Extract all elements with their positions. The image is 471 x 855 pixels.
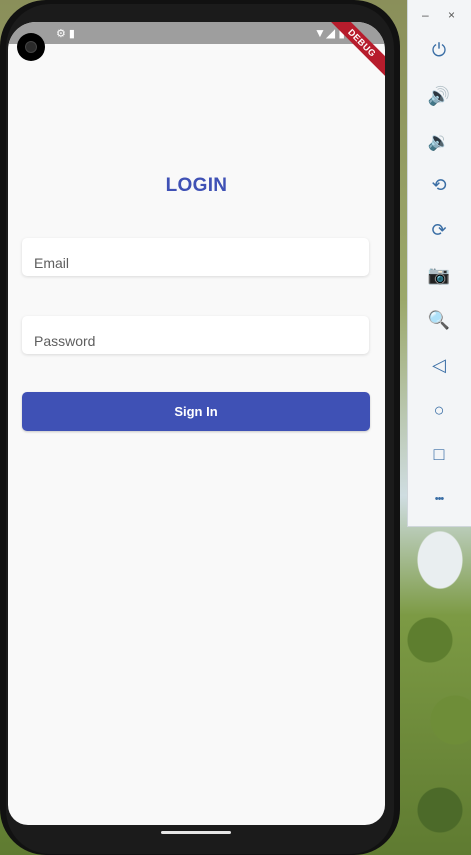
minimize-icon[interactable]: – (422, 8, 429, 22)
email-input[interactable] (22, 238, 369, 276)
more-icon[interactable]: ••• (426, 486, 452, 512)
page-title: LOGIN (165, 175, 228, 196)
camera-icon[interactable]: 📷 (426, 262, 452, 288)
overview-icon[interactable]: □ (426, 441, 452, 467)
front-camera (17, 33, 45, 61)
power-icon[interactable]: ⏻ (426, 37, 452, 63)
close-icon[interactable]: × (448, 8, 455, 22)
toolbar-window-controls: – × (408, 8, 471, 24)
rotate-left-icon[interactable]: ⟲ (426, 172, 452, 198)
app-screen: ⚙ ▮ ▼◢ ▮ DEBUG LOGIN Sign In (8, 22, 385, 825)
email-field[interactable] (22, 238, 369, 276)
home-icon[interactable]: ○ (426, 397, 452, 423)
password-input[interactable] (22, 316, 369, 354)
sign-in-button[interactable]: Sign In (22, 392, 370, 431)
status-icons-left: ⚙ ▮ (56, 28, 75, 40)
rotate-right-icon[interactable]: ⟳ (426, 217, 452, 243)
status-bar: ⚙ ▮ ▼◢ ▮ (8, 22, 385, 44)
volume-down-icon[interactable]: 🔉 (426, 128, 452, 154)
password-field[interactable] (22, 316, 369, 354)
emulator-toolbar: – × ⏻ 🔊 🔉 ⟲ ⟳ 📷 🔍 ◁ ○ □ ••• (407, 0, 471, 527)
back-icon[interactable]: ◁ (426, 352, 452, 378)
volume-up-icon[interactable]: 🔊 (426, 83, 452, 109)
gesture-nav-handle[interactable] (161, 831, 231, 834)
zoom-icon[interactable]: 🔍 (426, 307, 452, 333)
